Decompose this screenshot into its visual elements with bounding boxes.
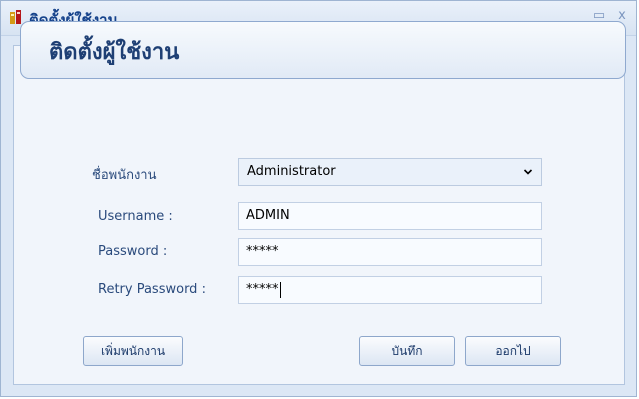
app-icon xyxy=(10,10,21,24)
password-label: Password : xyxy=(98,244,168,259)
retry-password-input[interactable]: ***** xyxy=(238,276,542,304)
retry-password-label: Retry Password : xyxy=(98,282,206,297)
employee-label: ชื่อพนักงาน xyxy=(92,168,157,183)
text-caret xyxy=(279,281,281,298)
username-input[interactable]: ADMIN xyxy=(238,202,542,230)
exit-button[interactable]: ออกไป xyxy=(465,336,561,366)
header-panel: ติดตั้งผู้ใช้งาน xyxy=(20,21,626,79)
retry-password-value: ***** xyxy=(246,282,279,297)
save-button[interactable]: บันทึก xyxy=(359,336,455,366)
add-employee-button[interactable]: เพิ่มพนักงาน xyxy=(83,336,183,366)
chevron-down-icon xyxy=(523,169,533,175)
username-label: Username : xyxy=(98,209,173,224)
employee-select[interactable]: Administrator xyxy=(238,158,542,186)
password-input[interactable]: ***** xyxy=(238,238,542,266)
page-title: ติดตั้งผู้ใช้งาน xyxy=(49,40,180,65)
installer-window: ติดตั้งผู้ใช้งาน _ ▭ x ติดตั้งผู้ใช้งาน … xyxy=(0,0,637,397)
employee-select-value: Administrator xyxy=(247,164,336,179)
